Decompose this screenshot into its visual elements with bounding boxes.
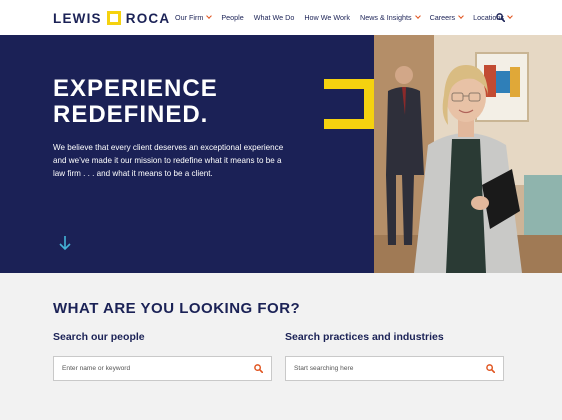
logo-text-right: ROCA — [125, 10, 171, 26]
nav-item-locations[interactable]: Locations — [473, 13, 513, 22]
logo-text-left: LEWIS — [53, 10, 102, 26]
chevron-down-icon — [414, 13, 421, 19]
chevron-down-icon — [507, 13, 513, 19]
chevron-down-icon — [206, 13, 213, 19]
people-search-input[interactable] — [54, 357, 244, 380]
hero-photo-illustration — [374, 35, 562, 273]
hero-text-panel: EXPERIENCE REDEFINED. We believe that ev… — [0, 35, 374, 273]
hero-title-line: EXPERIENCE — [53, 75, 218, 102]
people-search-box — [53, 356, 272, 381]
hero-photo-attorney — [374, 35, 562, 273]
nav-item-how-we-work[interactable]: How We Work — [304, 13, 350, 22]
nav-item-news-insights[interactable]: News & Insights — [360, 13, 421, 22]
decorative-bracket — [324, 79, 374, 129]
hero-description: We believe that every client deserves an… — [53, 143, 284, 178]
nav-item-label: What We Do — [253, 13, 295, 22]
search-icon[interactable] — [496, 13, 505, 22]
nav-item-our-firm[interactable]: Our Firm — [175, 13, 213, 22]
search-icon[interactable] — [254, 364, 263, 373]
nav-item-what-we-do[interactable]: What We Do — [254, 13, 295, 22]
main-navigation: Our Firm People What We Do How We Work N… — [175, 0, 522, 35]
nav-item-label: People — [221, 13, 244, 22]
nav-item-label: How We Work — [304, 13, 351, 22]
search-icon[interactable] — [486, 364, 495, 373]
practices-search-label: Search practices and industries — [285, 331, 444, 343]
nav-item-label: Careers — [429, 13, 456, 22]
practices-search-input[interactable] — [286, 357, 476, 380]
practices-search-box — [285, 356, 504, 381]
people-search-label: Search our people — [53, 331, 145, 343]
hero-title: EXPERIENCE REDEFINED. — [53, 76, 218, 128]
search-section-title: WHAT ARE YOU LOOKING FOR? — [53, 300, 301, 317]
nav-item-label: Our Firm — [175, 13, 204, 22]
site-header: LEWIS ROCA Our Firm People What We Do Ho… — [0, 0, 562, 35]
hero-banner: EXPERIENCE REDEFINED. We believe that ev… — [0, 35, 562, 273]
nav-item-label: News & Insights — [360, 13, 412, 22]
arrow-down-icon[interactable] — [58, 235, 72, 251]
logo-square-mark — [106, 11, 121, 25]
hero-title-line: REDEFINED. — [53, 101, 209, 128]
lewis-roca-logo[interactable]: LEWIS ROCA — [53, 10, 170, 26]
nav-item-careers[interactable]: Careers — [430, 13, 464, 22]
nav-item-people[interactable]: People — [221, 13, 243, 22]
chevron-down-icon — [458, 13, 464, 19]
